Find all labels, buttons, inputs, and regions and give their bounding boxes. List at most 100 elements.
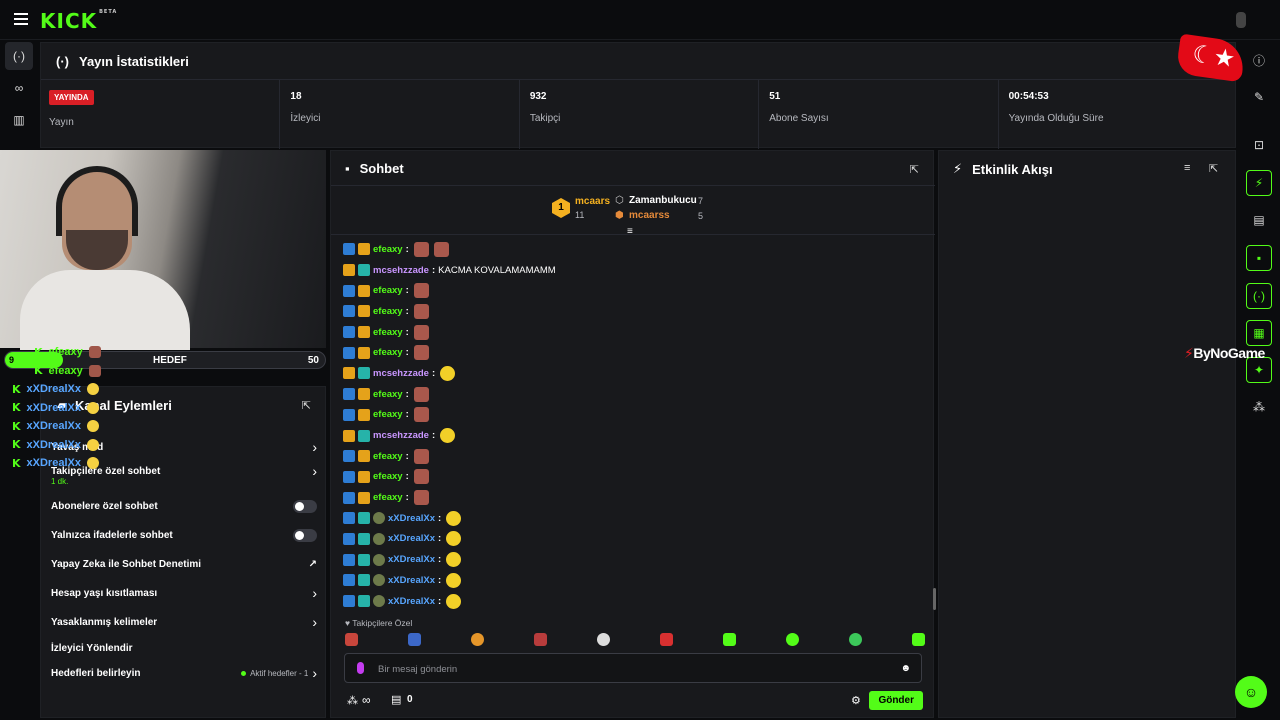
- emote-icon: [86, 457, 99, 470]
- subscriber-badge-icon: [358, 367, 370, 380]
- emote-only-toggle[interactable]: [293, 528, 317, 542]
- gifter-badge-icon: [373, 532, 385, 545]
- store-icon[interactable]: ▤: [391, 693, 401, 706]
- emote-button[interactable]: [786, 633, 799, 646]
- popout-icon[interactable]: ⇱: [302, 399, 311, 412]
- overlay-chat-line: KxXDrealXx: [12, 436, 132, 455]
- chat-username[interactable]: xXDrealXx: [388, 596, 435, 607]
- chat-username[interactable]: efeaxy: [373, 409, 403, 420]
- chat-bubble-icon: ▪: [345, 161, 350, 176]
- chat-scrollbar[interactable]: [933, 588, 936, 610]
- emote-button[interactable]: [345, 633, 358, 646]
- emote-button[interactable]: [534, 633, 547, 646]
- chat-username[interactable]: efeaxy: [373, 389, 403, 400]
- chevron-right-icon: ›: [312, 439, 317, 455]
- settings-gear-icon[interactable]: ⚙: [851, 694, 861, 707]
- emote-button[interactable]: [723, 633, 736, 646]
- popout-icon[interactable]: ⇱: [1209, 162, 1218, 175]
- chat-username[interactable]: efeaxy: [373, 306, 403, 317]
- chat-messages: efeaxy: mcsehzzade: KACMA KOVALAMAMAMM efe…: [343, 239, 923, 611]
- stat-uptime: 00:54:53 Yayında Olduğu Süre: [1008, 91, 1104, 124]
- popout-icon[interactable]: ⇱: [910, 163, 919, 176]
- emote-icon: [413, 490, 429, 506]
- chat-username[interactable]: xXDrealXx: [388, 513, 435, 524]
- chat-username[interactable]: efeaxy: [373, 285, 403, 296]
- gifter-name[interactable]: mcaars: [575, 196, 610, 207]
- emote-icon: [446, 510, 462, 526]
- gifter-badge-icon: [373, 553, 385, 566]
- goals-status: Aktif hedefler - 1: [250, 668, 309, 678]
- broadcast-icon[interactable]: (·): [1246, 283, 1272, 309]
- collapse-icon[interactable]: ≡: [627, 226, 633, 237]
- edit-icon[interactable]: ✎: [1246, 84, 1272, 110]
- info-icon[interactable]: ⓘ: [1246, 47, 1272, 73]
- menu-icon[interactable]: [14, 13, 28, 25]
- stream-stats-panel: (·) Yayın İstatistikleri YAYINDA Yayın 18…: [40, 42, 1237, 149]
- top-gifters: 1 mcaars 11 ⬡ Zamanbukucu 7 ⬢ mcaarss 5 …: [331, 185, 935, 237]
- gifter-badge-icon: [373, 512, 385, 525]
- emote-button[interactable]: [912, 633, 925, 646]
- emote-button[interactable]: [660, 633, 673, 646]
- emote-button[interactable]: [849, 633, 862, 646]
- chat-username[interactable]: xXDrealXx: [388, 554, 435, 565]
- external-link-icon: ↗: [308, 558, 317, 570]
- chat-panel: ▪ Sohbet ⇱ 1 mcaars 11 ⬡ Zamanbukucu 7 ⬢ …: [330, 150, 936, 718]
- emote-button[interactable]: [597, 633, 610, 646]
- host-row[interactable]: İzleyici Yönlendir: [51, 638, 317, 658]
- lightning-icon: ⚡: [953, 161, 963, 176]
- subscriber-badge-icon: [358, 574, 370, 587]
- kick-icon: K: [12, 382, 21, 396]
- chat-username[interactable]: efeaxy: [373, 327, 403, 338]
- chat-username[interactable]: efeaxy: [373, 492, 403, 503]
- notes-icon[interactable]: ▤: [1246, 207, 1272, 233]
- gifter-name[interactable]: mcaarss: [629, 210, 670, 221]
- chat-username[interactable]: efeaxy: [373, 347, 403, 358]
- chat-username[interactable]: efeaxy: [373, 471, 403, 482]
- capture-icon[interactable]: ⊡: [1246, 132, 1272, 158]
- subscribers-only-toggle[interactable]: [293, 499, 317, 513]
- crown-badge-icon: [358, 326, 370, 339]
- chat-message: efeaxy:: [343, 384, 923, 405]
- kick-logo[interactable]: KICK BETA: [40, 9, 117, 33]
- chat-username[interactable]: mcsehzzade: [373, 265, 429, 276]
- overlay-chat-line: KxXDrealXx: [12, 454, 132, 473]
- banned-words-row[interactable]: Yasaklanmış kelimeler ›: [51, 612, 317, 632]
- subscriber-badge-icon: [358, 553, 370, 566]
- send-button[interactable]: Gönder: [869, 691, 923, 710]
- chat-username[interactable]: mcsehzzade: [373, 430, 429, 441]
- emote-icon: [446, 531, 462, 547]
- moderator-badge-icon: [343, 388, 355, 401]
- stream-nav-icon[interactable]: (·): [5, 42, 33, 70]
- emoji-icon[interactable]: ☻: [900, 663, 911, 674]
- chat-username[interactable]: efeaxy: [373, 451, 403, 462]
- gifter-badge-icon: [373, 574, 385, 587]
- chat-icon[interactable]: ▪: [1246, 245, 1272, 271]
- filter-icon[interactable]: ≡: [1184, 162, 1190, 174]
- microphone-icon[interactable]: [357, 662, 364, 674]
- user-avatar[interactable]: [1236, 12, 1246, 28]
- help-chat-icon[interactable]: ☺: [1235, 676, 1267, 708]
- chat-username[interactable]: xXDrealXx: [388, 533, 435, 544]
- gifter-name[interactable]: Zamanbukucu: [629, 195, 697, 206]
- chat-username[interactable]: mcsehzzade: [373, 368, 429, 379]
- chat-message: xXDrealXx:: [343, 591, 923, 612]
- activity-icon[interactable]: ⚡: [1246, 170, 1272, 196]
- apps-icon[interactable]: ⁂: [1246, 394, 1272, 420]
- account-age-row[interactable]: Hesap yaşı kısıtlaması ›: [51, 583, 317, 603]
- subscribers-only-row: Abonelere özel sohbet: [51, 496, 317, 516]
- mod-actions-icon[interactable]: ▦: [1246, 320, 1272, 346]
- chat-username[interactable]: xXDrealXx: [388, 575, 435, 586]
- points-icon[interactable]: ⁂: [347, 694, 358, 707]
- crown-badge-icon: [358, 346, 370, 359]
- emote-icon: [440, 428, 456, 444]
- goals-row[interactable]: Hedefleri belirleyin Aktif hedefler - 1 ›: [51, 663, 317, 683]
- overlay-chat-line: Kefeaxy: [34, 362, 132, 381]
- stat-followers: 932 Takipçi: [520, 80, 760, 149]
- analytics-icon[interactable]: ▥: [5, 106, 33, 134]
- chat-username[interactable]: efeaxy: [373, 244, 403, 255]
- link-icon[interactable]: ∞: [5, 74, 33, 102]
- chat-input[interactable]: Bir mesaj gönderin ☻: [344, 653, 922, 683]
- emote-button[interactable]: [471, 633, 484, 646]
- emote-button[interactable]: [408, 633, 421, 646]
- ai-moderation-row[interactable]: Yapay Zeka ile Sohbet Denetimi ↗: [51, 554, 317, 574]
